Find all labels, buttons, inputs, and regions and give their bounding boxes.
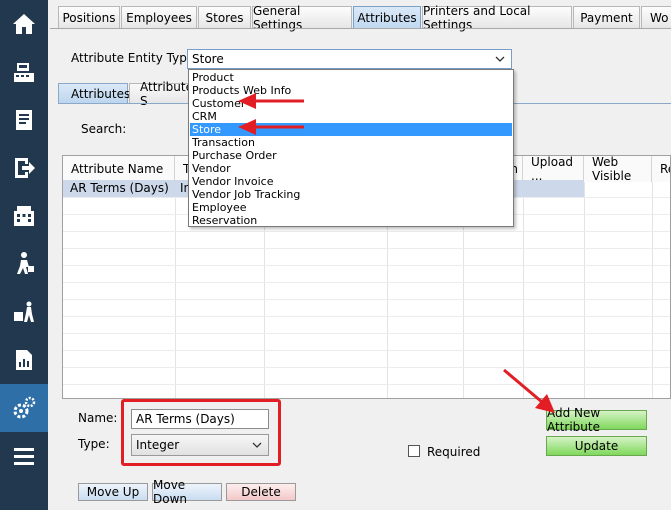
dropdown-option-crm[interactable]: CRM <box>190 110 512 123</box>
report-icon <box>16 350 32 370</box>
move-up-button[interactable]: Move Up <box>78 483 148 501</box>
sidebar-item-receipts[interactable] <box>0 96 48 144</box>
dropdown-option-vendor-job-tracking[interactable]: Vendor Job Tracking <box>190 188 512 201</box>
sidebar-item-exit[interactable] <box>0 144 48 192</box>
cash-register-icon <box>14 63 34 82</box>
sidebar <box>0 0 48 510</box>
receipt-icon <box>16 110 32 130</box>
column-header-attribute-name[interactable]: Attribute Name <box>63 156 175 182</box>
dropdown-option-transaction[interactable]: Transaction <box>190 136 512 149</box>
entity-type-label: Attribute Entity Type: <box>71 51 199 65</box>
exit-icon <box>15 158 35 178</box>
type-label: Type: <box>78 437 110 451</box>
tab-underline <box>50 28 671 29</box>
home-icon <box>13 14 35 34</box>
sidebar-item-customers[interactable] <box>0 240 48 288</box>
entity-type-value: Store <box>192 52 224 66</box>
column-header-web-visible[interactable]: Web Visible <box>584 156 652 183</box>
column-header-upload[interactable]: Upload ... <box>523 156 584 183</box>
tab-general-settings[interactable]: General Settings <box>252 4 352 32</box>
entity-type-dropdown-list[interactable]: Product Products Web Info Customer CRM S… <box>188 69 514 227</box>
add-new-attribute-button[interactable]: Add New Attribute <box>546 406 647 434</box>
delivery-icon <box>14 301 34 322</box>
annotation-highlight-box <box>121 399 281 466</box>
dropdown-option-employee[interactable]: Employee <box>190 201 512 214</box>
name-label: Name: <box>78 411 118 425</box>
inner-tab-attributes[interactable]: Attributes <box>58 83 130 103</box>
settings-gears-icon <box>13 396 36 419</box>
required-checkbox[interactable] <box>408 445 420 457</box>
dropdown-option-store[interactable]: Store <box>190 123 512 136</box>
sidebar-item-menu[interactable] <box>0 432 48 480</box>
required-label: Required <box>427 445 481 459</box>
tab-employees[interactable]: Employees <box>121 6 197 28</box>
dropdown-option-purchase-order[interactable]: Purchase Order <box>190 149 512 162</box>
column-header-re[interactable]: Re <box>652 156 670 182</box>
tab-stores[interactable]: Stores <box>198 6 251 28</box>
sidebar-item-home[interactable] <box>0 0 48 48</box>
move-down-button[interactable]: Move Down <box>152 478 222 506</box>
tab-printers-local-settings[interactable]: Printers and Local Settings <box>422 4 572 32</box>
sidebar-item-delivery[interactable] <box>0 288 48 336</box>
dropdown-option-customer[interactable]: Customer <box>190 97 512 110</box>
delete-button[interactable]: Delete <box>226 483 296 501</box>
tab-positions[interactable]: Positions <box>58 6 120 28</box>
dropdown-option-product[interactable]: Product <box>190 71 512 84</box>
tab-payment[interactable]: Payment <box>573 6 640 28</box>
dropdown-option-products-web-info[interactable]: Products Web Info <box>190 84 512 97</box>
menu-icon <box>14 448 34 465</box>
tab-attributes[interactable]: Attributes <box>353 6 421 28</box>
search-label: Search: <box>81 122 127 136</box>
entity-type-select[interactable]: Store <box>187 49 512 69</box>
row-attribute-name: AR Terms (Days) <box>70 181 169 195</box>
chevron-down-icon <box>495 56 505 62</box>
sidebar-item-reports[interactable] <box>0 336 48 384</box>
dropdown-option-reservation[interactable]: Reservation <box>190 214 512 227</box>
customer-walking-icon <box>17 252 34 274</box>
sidebar-item-stores[interactable] <box>0 192 48 240</box>
dropdown-option-vendor-invoice[interactable]: Vendor Invoice <box>190 175 512 188</box>
sidebar-item-settings[interactable] <box>0 384 48 432</box>
sidebar-item-register[interactable] <box>0 48 48 96</box>
tab-more[interactable]: Wo <box>641 6 671 28</box>
dropdown-option-vendor[interactable]: Vendor <box>190 162 512 175</box>
building-icon <box>14 206 34 226</box>
update-button[interactable]: Update <box>546 436 647 456</box>
inner-tab-attribute-settings[interactable]: Attribute S <box>129 80 193 108</box>
